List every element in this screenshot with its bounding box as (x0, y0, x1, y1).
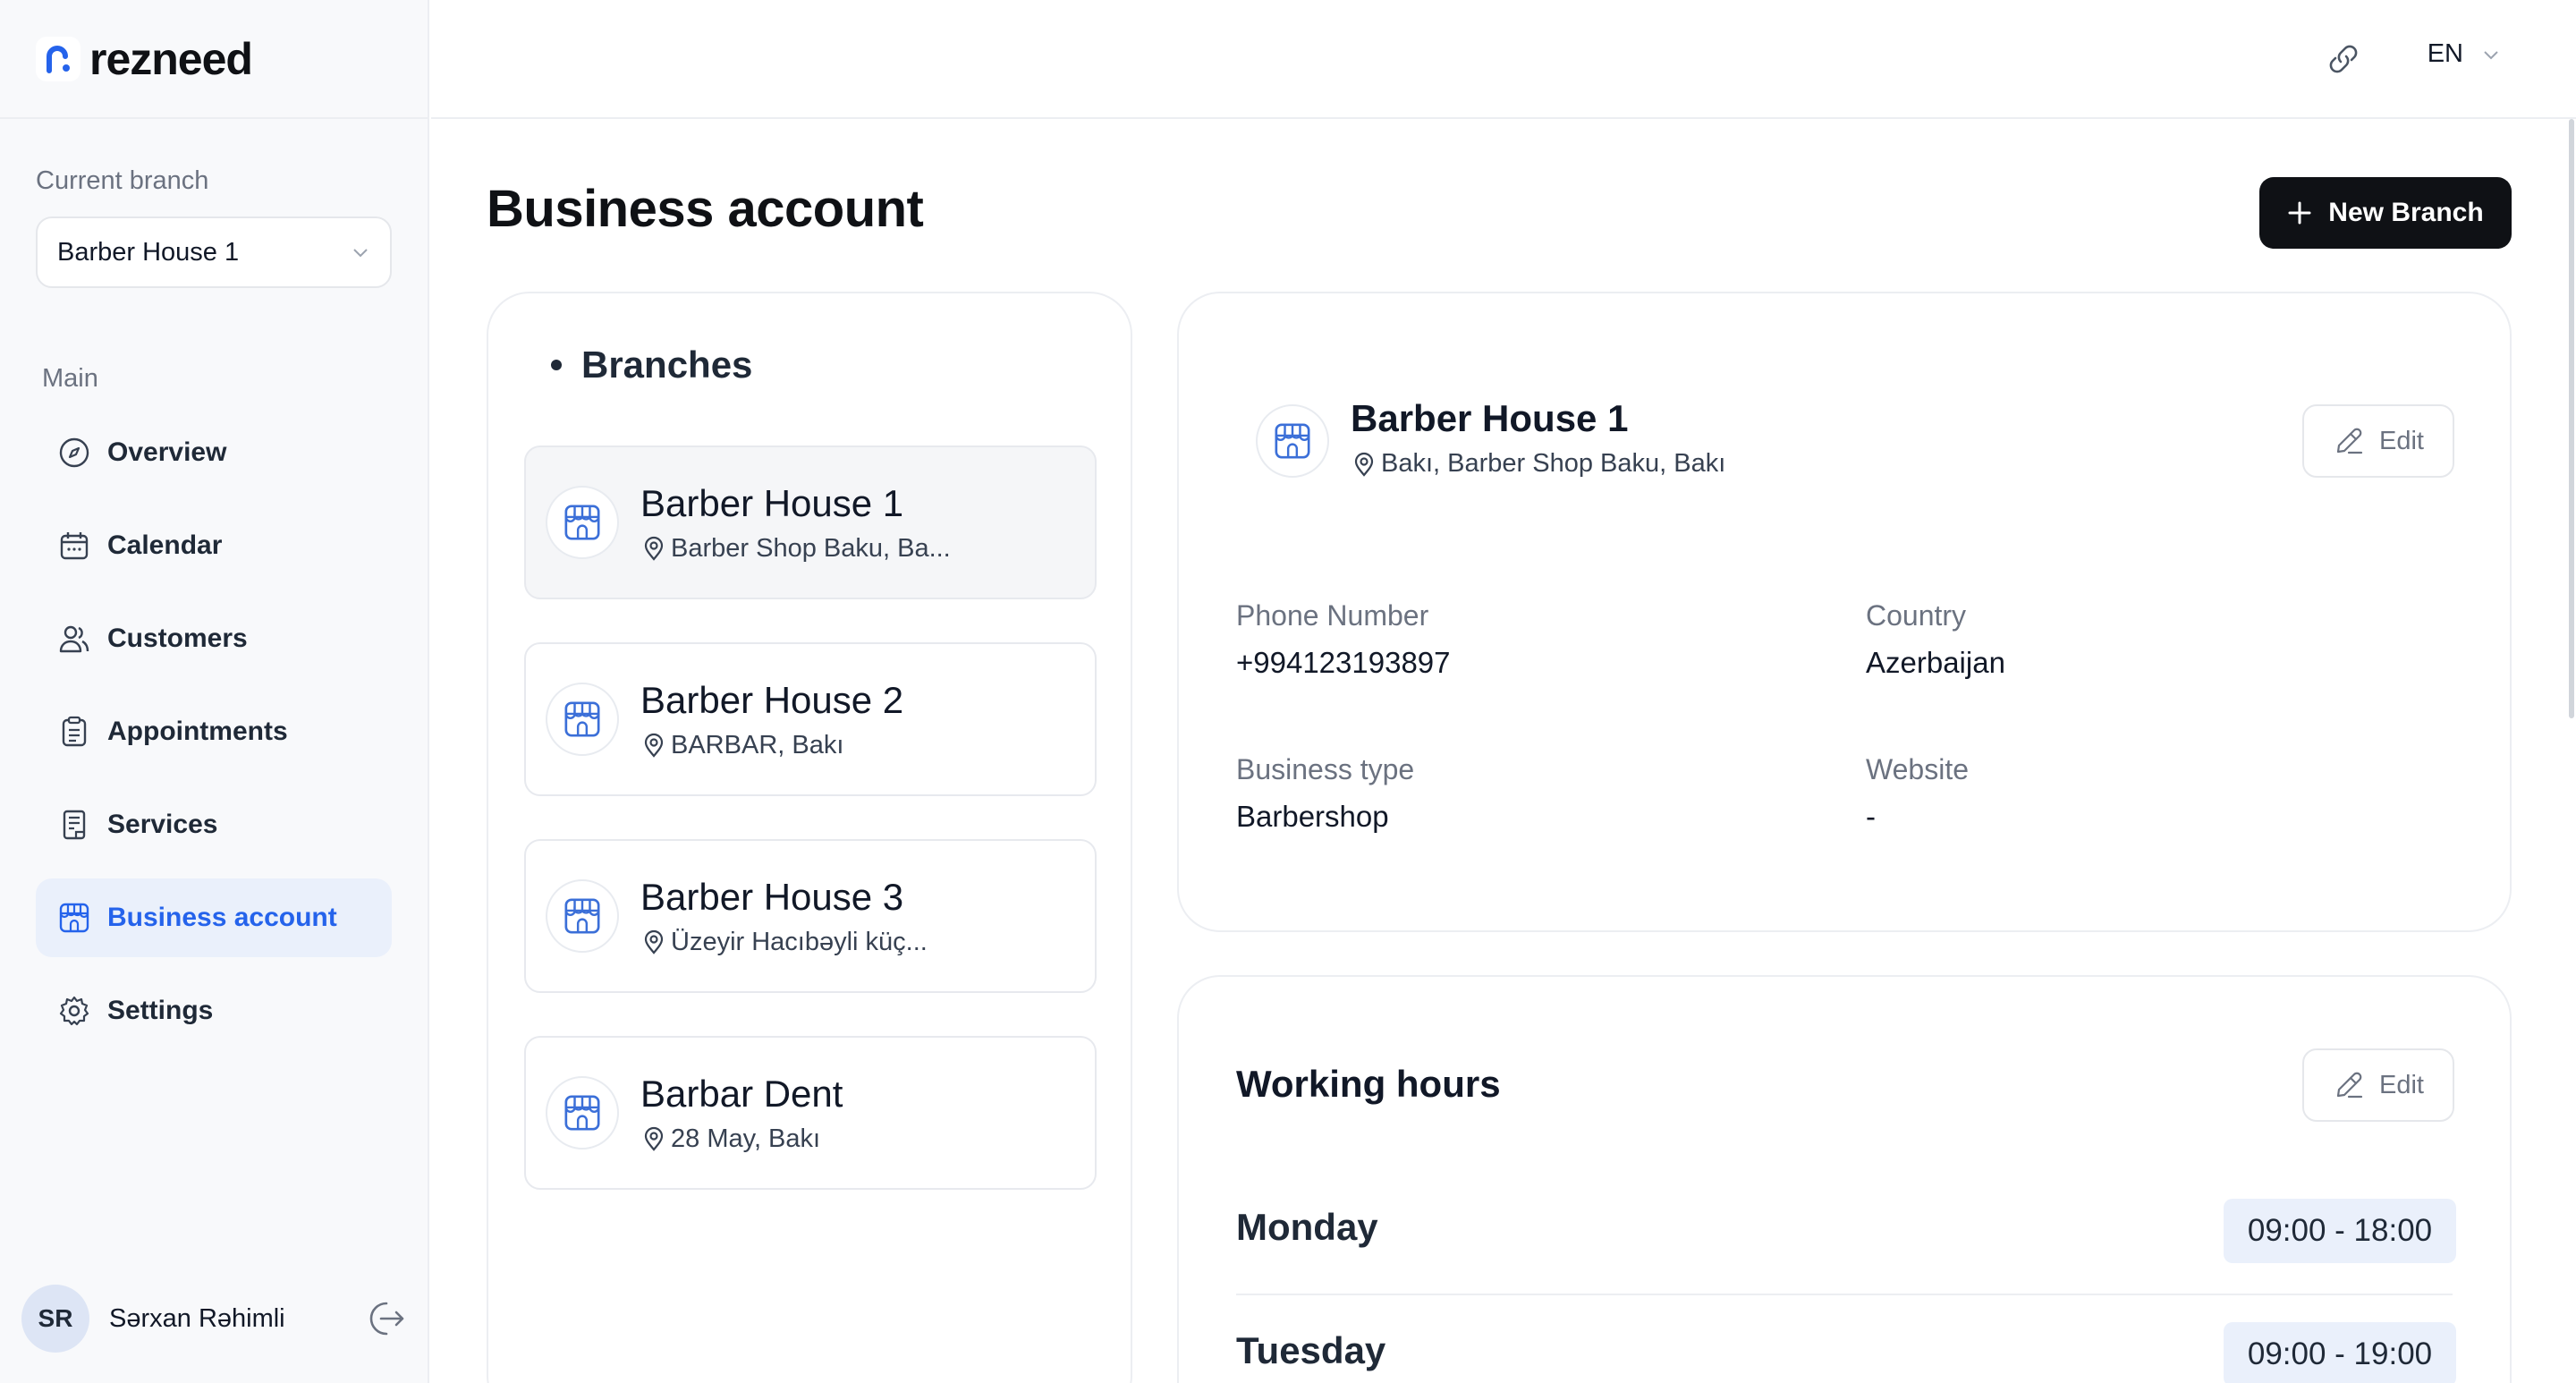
plus-icon (2288, 201, 2311, 225)
sidebar-item-label: Calendar (107, 530, 223, 560)
language-value: EN (2427, 39, 2463, 68)
day-label: Monday (1236, 1206, 1378, 1248)
new-branch-label: New Branch (2328, 198, 2484, 227)
branch-card[interactable]: Barber House 2 BARBAR, Bakı (524, 642, 1097, 796)
current-branch-select[interactable]: Barber House 1 (36, 216, 392, 288)
users-icon (57, 622, 91, 656)
branch-card[interactable]: Barbar Dent 28 May, Bakı (524, 1036, 1097, 1190)
branch-address: Barber Shop Baku, Ba... (671, 533, 951, 563)
avatar[interactable]: SR (21, 1285, 89, 1353)
chevron-down-icon (353, 249, 368, 258)
store-icon (546, 1076, 619, 1150)
sidebar: rezneed Current branch Barber House 1 Ma… (0, 0, 429, 1383)
sidebar-item-calendar[interactable]: Calendar (36, 506, 392, 585)
location-pin-icon (644, 536, 664, 561)
sidebar-item-business-account[interactable]: Business account (36, 878, 392, 957)
scrollbar-thumb[interactable] (2569, 119, 2574, 718)
edit-hours-button[interactable]: Edit (2302, 1048, 2454, 1122)
pencil-icon (2336, 428, 2363, 454)
bullet-dot (551, 360, 562, 370)
branch-card[interactable]: Barber House 3 Üzeyir Hacıbəyli küç... (524, 839, 1097, 993)
day-label: Tuesday (1236, 1329, 1386, 1371)
current-branch-label: Current branch (36, 166, 209, 195)
sidebar-item-label: Overview (107, 437, 227, 467)
edit-label: Edit (2379, 1070, 2424, 1099)
branch-name: Barbar Dent (640, 1072, 843, 1115)
language-select[interactable]: EN (2428, 39, 2501, 69)
sidebar-item-label: Appointments (107, 717, 288, 746)
hours-badge: 09:00 - 18:00 (2224, 1199, 2456, 1263)
page-title: Business account (487, 180, 924, 238)
store-icon (546, 486, 619, 559)
country-label: Country (1866, 599, 1967, 632)
nav-section-label: Main (42, 364, 98, 393)
store-icon (546, 683, 619, 756)
compass-icon (57, 436, 91, 470)
brand-logo-icon (36, 36, 80, 81)
location-pin-icon (644, 929, 664, 955)
sidebar-item-services[interactable]: Services (36, 785, 392, 864)
user-name: Sərxan Rəhimli (109, 1303, 285, 1333)
working-hours-panel: Working hours Edit Monday 09:00 - 18:00 … (1177, 975, 2512, 1383)
branches-title: Branches (581, 344, 753, 386)
branch-address: BARBAR, Bakı (671, 730, 844, 759)
sidebar-item-customers[interactable]: Customers (36, 599, 392, 678)
phone-label: Phone Number (1236, 599, 1429, 632)
store-icon (57, 901, 91, 935)
user-profile: SR Sərxan Rəhimli (21, 1285, 408, 1353)
branch-address: Üzeyir Hacıbəyli küç... (671, 927, 928, 956)
branch-name: Barber House 3 (640, 875, 904, 918)
sidebar-item-label: Settings (107, 996, 214, 1025)
working-hours-title: Working hours (1236, 1063, 1501, 1105)
branch-detail-address: Bakı, Barber Shop Baku, Bakı (1351, 449, 1725, 479)
website-value: - (1866, 800, 1876, 833)
sidebar-item-label: Customers (107, 624, 248, 653)
divider (1236, 1294, 2453, 1295)
logout-icon[interactable] (363, 1296, 408, 1341)
gear-icon (57, 994, 91, 1028)
clipboard-icon (57, 715, 91, 749)
calendar-icon (57, 529, 91, 563)
branch-card[interactable]: Barber House 1 Barber Shop Baku, Ba... (524, 445, 1097, 599)
page-scrollbar[interactable] (2567, 119, 2576, 718)
business-type-label: Business type (1236, 753, 1415, 785)
top-bar: EN (431, 0, 2576, 119)
branch-name: Barber House 2 (640, 678, 904, 721)
chevron-down-icon (2484, 50, 2498, 59)
brand-name: rezneed (89, 33, 253, 84)
hours-badge: 09:00 - 19:00 (2224, 1322, 2456, 1383)
branch-detail-address-text: Bakı, Barber Shop Baku, Bakı (1381, 449, 1726, 478)
store-icon (1256, 404, 1329, 478)
branches-heading: Branches (551, 344, 752, 386)
branches-panel: Branches Barber House 1 Barber Shop Baku… (487, 292, 1132, 1383)
sidebar-item-overview[interactable]: Overview (36, 413, 392, 492)
link-icon[interactable] (2318, 34, 2368, 84)
sidebar-item-settings[interactable]: Settings (36, 971, 392, 1050)
business-type-value: Barbershop (1236, 800, 1389, 833)
country-value: Azerbaijan (1866, 646, 2005, 679)
branch-details-panel: Barber House 1 Bakı, Barber Shop Baku, B… (1177, 292, 2512, 932)
branch-name: Barber House 1 (640, 481, 904, 524)
website-label: Website (1866, 753, 1970, 785)
sidebar-item-label: Business account (107, 903, 337, 932)
edit-label: Edit (2379, 426, 2424, 455)
location-pin-icon (1354, 452, 1374, 477)
edit-branch-button[interactable]: Edit (2302, 404, 2454, 478)
phone-value: +994123193897 (1236, 646, 1451, 679)
sidebar-item-label: Services (107, 810, 218, 839)
store-icon (546, 879, 619, 953)
document-icon (57, 808, 91, 842)
main-nav: Overview Calendar Customers Appointments… (36, 413, 392, 1065)
branch-address: 28 May, Bakı (671, 1124, 821, 1153)
location-pin-icon (644, 1126, 664, 1151)
location-pin-icon (644, 733, 664, 758)
new-branch-button[interactable]: New Branch (2259, 177, 2512, 249)
pencil-icon (2336, 1072, 2363, 1099)
logo[interactable]: rezneed (0, 0, 428, 119)
current-branch-value: Barber House 1 (57, 237, 240, 267)
sidebar-item-appointments[interactable]: Appointments (36, 692, 392, 771)
branch-detail-name: Barber House 1 (1351, 397, 1629, 439)
